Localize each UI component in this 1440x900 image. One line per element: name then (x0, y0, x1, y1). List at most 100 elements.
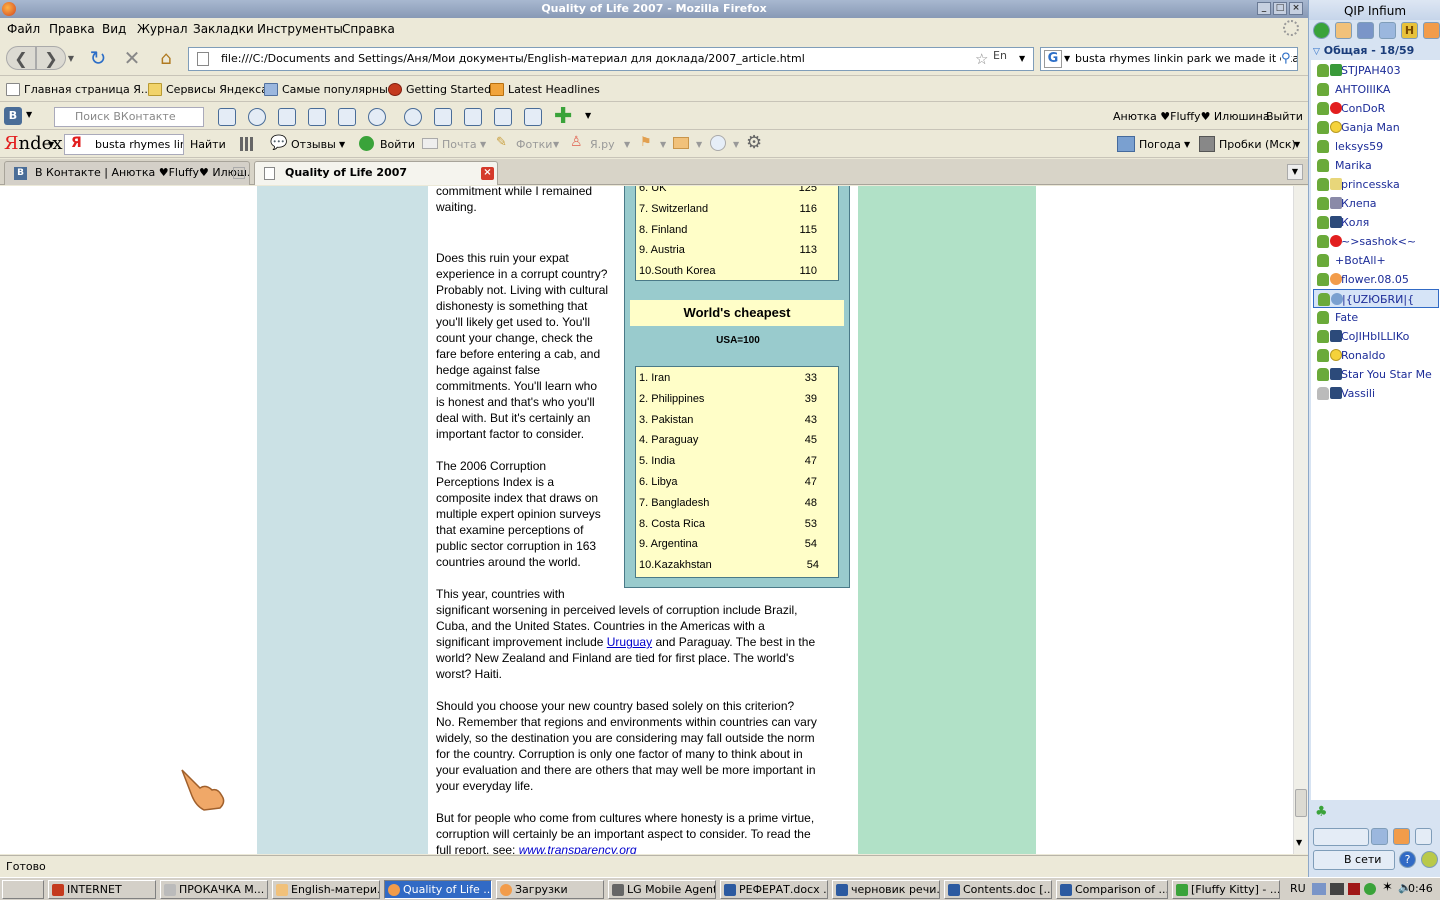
bookmark-latest-headlines[interactable]: Latest Headlines (488, 81, 600, 99)
vk-friends-icon[interactable] (248, 108, 266, 126)
vk-user-name[interactable]: Анютка ♥Fluffy♥ Илюшина (1113, 107, 1270, 127)
vk-folder-icon[interactable] (524, 108, 542, 126)
maximize-button[interactable]: □ (1273, 2, 1287, 15)
bookmark-most-popular[interactable]: Самые популярные (262, 81, 395, 99)
bookmarks-icon[interactable]: ⚑ (640, 135, 652, 150)
vk-documents-icon[interactable] (494, 108, 512, 126)
yaru-dropdown-icon[interactable]: ▼ (624, 140, 630, 149)
qip-users-icon[interactable] (1379, 22, 1396, 39)
qip-contact[interactable]: Клепа (1313, 194, 1439, 213)
qip-search-icon[interactable] (1371, 828, 1388, 845)
yandex-weather-button[interactable]: Погода (1139, 135, 1181, 155)
start-button[interactable] (2, 880, 44, 899)
forward-button[interactable]: ❯ (36, 46, 66, 70)
bookmark-getting-started[interactable]: Getting Started (386, 81, 491, 99)
folder-dropdown-icon[interactable]: ▼ (696, 140, 702, 149)
qip-add-contact-icon[interactable] (1393, 828, 1410, 845)
qip-eye-icon[interactable] (1421, 851, 1438, 868)
menu-help[interactable]: Справка (342, 22, 395, 36)
vk-groups-icon[interactable] (308, 108, 326, 126)
vk-menu-dropdown-icon[interactable]: ▼ (26, 110, 32, 119)
tray-qip-icon[interactable] (1364, 883, 1376, 895)
vertical-scrollbar[interactable]: ▼ (1293, 186, 1308, 854)
qip-contact[interactable]: AHTOIIIKA (1313, 80, 1439, 99)
scrollbar-thumb[interactable] (1295, 789, 1307, 817)
taskbar-item[interactable]: Contents.doc [... (944, 880, 1052, 899)
vk-add-dropdown-icon[interactable]: ▼ (585, 111, 591, 120)
back-button[interactable]: ❮ (6, 46, 36, 70)
menu-bookmarks[interactable]: Закладки (193, 22, 254, 36)
qip-bookmark-icon[interactable] (1335, 22, 1352, 39)
search-engine-dropdown-icon[interactable]: ▼ (1064, 48, 1070, 70)
taskbar-item[interactable]: ПРОКАЧКА М... (160, 880, 268, 899)
taskbar-item[interactable]: РЕФЕРАТ.docx ... (720, 880, 828, 899)
taskbar-item[interactable]: English-матери... (272, 880, 380, 899)
qip-contact[interactable]: Коля (1313, 213, 1439, 232)
qip-contacts-icon[interactable] (1357, 22, 1374, 39)
yandex-traffic-button[interactable]: Пробки (Мск) (1219, 135, 1296, 155)
tray-red-icon[interactable] (1348, 883, 1360, 895)
globe-dropdown-icon[interactable]: ▼ (733, 140, 739, 149)
qip-hourglass-icon[interactable] (1415, 828, 1432, 845)
yandex-reviews-button[interactable]: Отзывы (291, 135, 336, 155)
qip-contact[interactable]: flower.08.05 (1313, 270, 1439, 289)
reviews-dropdown-icon[interactable]: ▼ (339, 140, 345, 149)
taskbar-item[interactable]: [Fluffy Kitty] - ... (1172, 880, 1280, 899)
uruguay-link[interactable]: Uruguay (607, 635, 652, 649)
vk-questions-icon[interactable] (404, 108, 422, 126)
menu-edit[interactable]: Правка (49, 22, 95, 36)
qip-contact[interactable]: leksys59 (1313, 137, 1439, 156)
url-dropdown-icon[interactable]: ▼ (1019, 48, 1025, 70)
qip-contact[interactable]: STJPAH403 (1313, 61, 1439, 80)
bookmark-star-icon[interactable]: ☆ (975, 48, 988, 70)
qip-contact[interactable]: Fate (1313, 308, 1439, 327)
qip-mail-icon[interactable] (1423, 22, 1440, 39)
yandex-menu-dropdown-icon[interactable]: ▼ (48, 140, 54, 149)
qip-main-menu-button[interactable] (1313, 828, 1369, 846)
tab-quality-of-life[interactable]: Quality of Life 2007 × (254, 161, 498, 185)
search-icon[interactable]: ⚲ (1281, 48, 1291, 70)
yandex-mail-button[interactable]: Почта (442, 135, 477, 155)
weather-dropdown-icon[interactable]: ▼ (1184, 140, 1190, 149)
qip-contact[interactable]: Star You Star Me (1313, 365, 1439, 384)
qip-contact[interactable]: CoJIHbILLIKo (1313, 327, 1439, 346)
transparency-link[interactable]: www.transparency.org (519, 843, 637, 854)
menu-file[interactable]: Файл (7, 22, 40, 36)
vk-audio-icon[interactable] (464, 108, 482, 126)
yandex-yaru-button[interactable]: Я.ру (590, 135, 615, 155)
vk-notes-icon[interactable] (434, 108, 452, 126)
yandex-find-button[interactable]: Найти (190, 135, 226, 155)
qip-history-icon[interactable]: H (1401, 22, 1418, 39)
vk-add-icon[interactable]: ✚ (554, 104, 572, 129)
mail-dropdown-icon[interactable]: ▼ (480, 140, 486, 149)
reload-icon[interactable]: ↻ (86, 46, 110, 70)
vk-photos-icon[interactable] (338, 108, 356, 126)
qip-contact[interactable]: Ronaldo (1313, 346, 1439, 365)
history-dropdown-icon[interactable]: ▼ (66, 46, 76, 70)
photos-dropdown-icon[interactable]: ▼ (553, 140, 559, 149)
tray-star-icon[interactable]: ✶ (1382, 880, 1393, 895)
qip-contact-selected[interactable]: |{UZЮБRИ|{ (1313, 289, 1439, 308)
globe-icon[interactable] (710, 135, 726, 151)
bookmark-yandex-home[interactable]: Главная страница Я... (4, 81, 151, 99)
clover-icon[interactable]: ♣ (1315, 804, 1328, 820)
tab-close-icon[interactable]: × (481, 167, 494, 180)
menu-history[interactable]: Журнал (137, 22, 188, 36)
menu-tools[interactable]: Инструменты (257, 22, 343, 36)
qip-contact[interactable]: Ganja Man (1313, 118, 1439, 137)
close-button[interactable]: × (1289, 2, 1303, 15)
qip-contact[interactable]: ~>sashok<~ (1313, 232, 1439, 251)
taskbar-item[interactable]: Comparison of ... (1056, 880, 1168, 899)
qip-help-icon[interactable]: ? (1399, 851, 1416, 868)
tab-list-dropdown-icon[interactable]: ▼ (1287, 164, 1303, 180)
vk-messages-icon[interactable] (218, 108, 236, 126)
menu-view[interactable]: Вид (102, 22, 126, 36)
yandex-login-button[interactable]: Войти (380, 135, 415, 155)
qip-contact[interactable]: ConDoR (1313, 99, 1439, 118)
vk-video-icon[interactable] (368, 108, 386, 126)
taskbar-item[interactable]: черновик речи... (832, 880, 940, 899)
language-indicator[interactable]: RU (1290, 882, 1306, 895)
tab-close-icon[interactable]: × (233, 167, 245, 179)
folder-icon[interactable] (673, 137, 689, 149)
web-search-input[interactable]: G ▼ busta rhymes linkin park we made it … (1040, 47, 1298, 71)
